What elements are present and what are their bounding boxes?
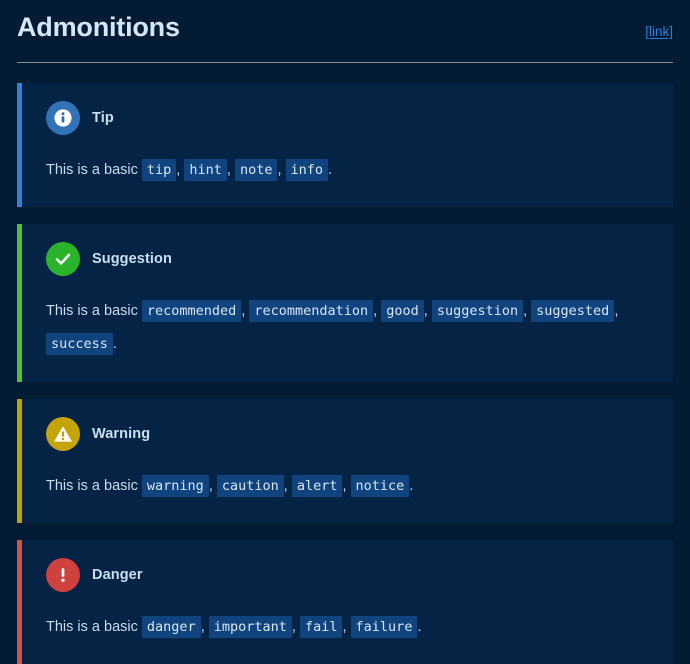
- admonition-warning: Warning This is a basic warning, caution,…: [17, 398, 673, 523]
- keyword-code-span: recommendation: [249, 300, 374, 323]
- keyword-code-span: important: [208, 615, 292, 638]
- keyword-code-span: warning: [141, 474, 209, 497]
- header-divider: [17, 62, 673, 64]
- admonition-header: Danger: [46, 557, 653, 592]
- keyword-code-span: fail: [299, 615, 343, 638]
- keyword-separator: ,: [614, 303, 619, 320]
- admonition-title: Warning: [92, 425, 151, 442]
- exclamation-circle-icon: [46, 557, 80, 592]
- keyword-separator: ,: [291, 618, 300, 635]
- keyword-code-span: failure: [350, 615, 418, 638]
- info-circle-icon: [46, 101, 80, 136]
- keyword-code-span: caution: [216, 474, 284, 497]
- admonition-suggestion: Suggestion This is a basic recommended, r…: [17, 224, 673, 382]
- admonition-lead-text: This is a basic: [46, 618, 142, 635]
- admonition-danger: Danger This is a basic danger, important,…: [17, 539, 673, 664]
- admonition-body: This is a basic warning, caution, alert,…: [46, 470, 653, 503]
- admonition-tip: Tip This is a basic tip, hint, note, info…: [17, 83, 673, 208]
- page-header: Admonitions [link]: [17, 0, 673, 43]
- keyword-code-span: tip: [141, 159, 177, 182]
- page-root: Admonitions [link] Tip This is a basic ti…: [0, 0, 690, 664]
- admonition-list: Tip This is a basic tip, hint, note, info…: [17, 83, 673, 664]
- admonition-trailing-text: .: [409, 477, 414, 494]
- keyword-separator: ,: [523, 303, 532, 320]
- keyword-code-span: hint: [184, 159, 227, 182]
- admonition-body: This is a basic tip, hint, note, info.: [46, 154, 653, 187]
- keyword-code-span: alert: [291, 474, 343, 497]
- admonition-header: Suggestion: [46, 242, 653, 277]
- keyword-separator: ,: [277, 162, 286, 179]
- keyword-code-span: success: [46, 333, 113, 356]
- admonition-lead-text: This is a basic: [46, 477, 142, 494]
- keyword-code-span: danger: [141, 615, 201, 638]
- keyword-code-span: recommended: [141, 300, 242, 323]
- admonition-title: Tip: [92, 110, 114, 127]
- keyword-separator: ,: [200, 618, 209, 635]
- admonition-body: This is a basic recommended, recommendat…: [46, 295, 653, 361]
- admonition-header: Tip: [46, 101, 653, 136]
- page-title: Admonitions: [17, 12, 180, 42]
- admonition-title: Suggestion: [92, 251, 172, 268]
- keyword-separator: ,: [283, 477, 292, 494]
- warning-triangle-icon: [46, 416, 80, 451]
- keyword-separator: ,: [423, 303, 432, 320]
- keyword-code-span: note: [234, 159, 278, 182]
- admonition-trailing-text: .: [417, 618, 422, 635]
- keyword-code-span: suggested: [531, 300, 615, 323]
- header-anchor-link[interactable]: [link]: [645, 24, 673, 39]
- keyword-separator: ,: [208, 477, 217, 494]
- keyword-separator: ,: [226, 162, 235, 179]
- admonition-trailing-text: .: [328, 162, 333, 179]
- keyword-separator: ,: [342, 477, 351, 494]
- keyword-code-span: notice: [350, 474, 410, 497]
- check-circle-icon: [46, 242, 80, 277]
- keyword-code-span: info: [285, 159, 329, 182]
- keyword-separator: ,: [342, 618, 351, 635]
- keyword-code-span: good: [381, 300, 424, 323]
- admonition-body: This is a basic danger, important, fail,…: [46, 611, 653, 644]
- admonition-lead-text: This is a basic: [46, 303, 142, 320]
- admonition-header: Warning: [46, 416, 653, 451]
- admonition-trailing-text: .: [112, 336, 117, 353]
- keyword-code-span: suggestion: [431, 300, 524, 323]
- admonition-title: Danger: [92, 566, 143, 583]
- admonition-lead-text: This is a basic: [46, 162, 142, 179]
